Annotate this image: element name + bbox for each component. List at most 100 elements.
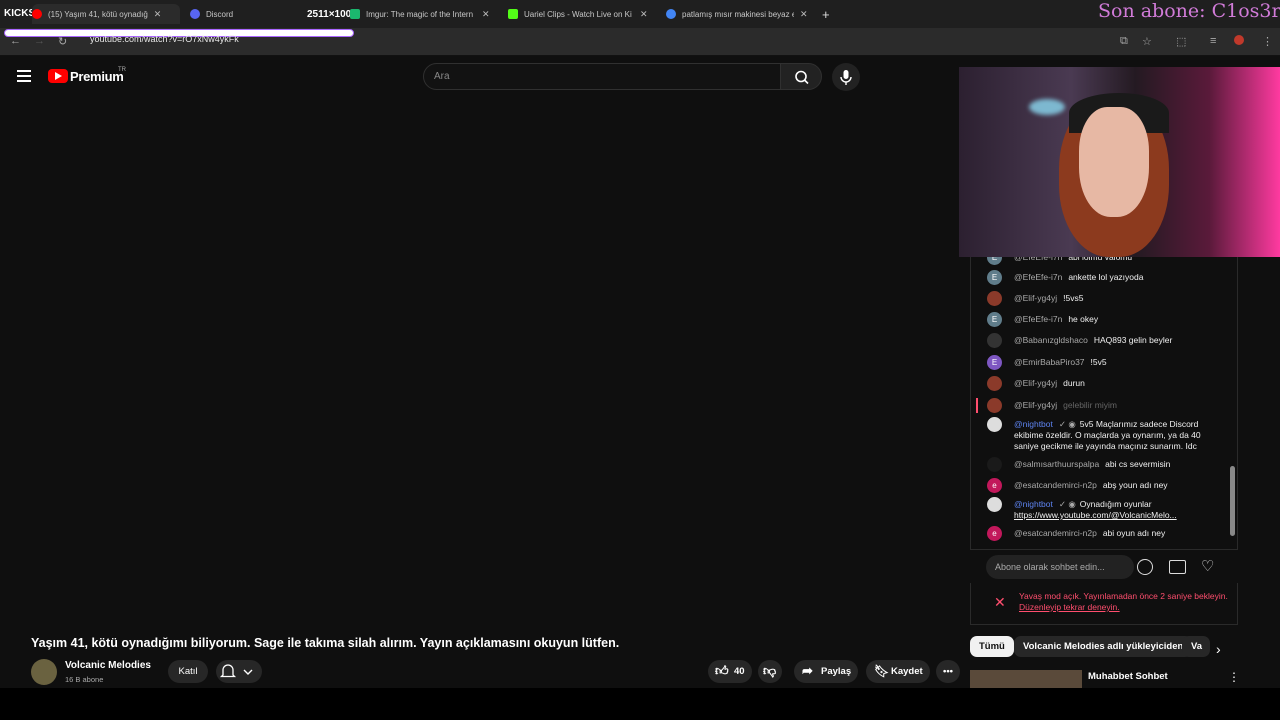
dislike-button[interactable]: 👎︎ — [758, 660, 782, 683]
user-avatar[interactable]: E — [987, 355, 1002, 370]
subscriber-count: 16 B abone — [65, 675, 104, 684]
microphone-icon — [840, 70, 852, 85]
user-avatar[interactable] — [987, 497, 1002, 512]
discord-icon — [190, 9, 200, 19]
user-avatar[interactable] — [987, 333, 1002, 348]
tab-youtube[interactable]: (15) Yaşım 41, kötü oynadığ ✕ — [32, 4, 180, 24]
notification-bell-button[interactable] — [216, 660, 262, 683]
chevron-right-icon[interactable]: › — [1216, 641, 1221, 657]
more-dots-icon: ••• — [943, 666, 953, 677]
tab-google[interactable]: patlamış mısır makinesi beyaz e ✕ — [666, 4, 812, 24]
chat-text: abi oyun adı ney — [1102, 528, 1166, 538]
chat-message-body: @salmısarthuurspalpa abi cs severmisin — [1014, 459, 1214, 470]
kicks-label: KICKS — [4, 8, 36, 19]
menu-dots-icon[interactable]: ⋮ — [1262, 35, 1273, 48]
search-input[interactable]: Ara — [423, 63, 781, 90]
chip-all[interactable]: Tümü — [970, 636, 1014, 657]
close-tab-icon[interactable]: ✕ — [800, 9, 808, 20]
more-actions-button[interactable]: ••• — [936, 660, 960, 683]
chip-from-uploader[interactable]: Volcanic Melodies adlı yükleyiciden — [1014, 636, 1193, 657]
chat-author[interactable]: @nightbot — [1014, 499, 1053, 509]
recommendation-thumbnail[interactable] — [970, 670, 1082, 688]
chat-message-body: @Elif-yg4yj !5vs5 — [1014, 293, 1214, 304]
url-field[interactable]: youtube.com/watch?v=rO7xNw4ykFk — [90, 34, 239, 44]
cast-icon[interactable]: ⧉ — [1120, 35, 1128, 48]
chat-text: ankette lol yazıyoda — [1068, 272, 1144, 282]
chat-author[interactable]: @esatcandemirci-n2p — [1014, 528, 1097, 538]
chat-text: durun — [1063, 378, 1085, 388]
chat-author[interactable]: @Elif-yg4yj — [1014, 400, 1057, 410]
chat-input[interactable]: Abone olarak sohbet edin... — [986, 555, 1134, 579]
bookmark-star-icon[interactable]: ☆ — [1142, 35, 1152, 48]
chat-author[interactable]: @salmısarthuurspalpa — [1014, 459, 1099, 469]
user-avatar[interactable]: E — [987, 270, 1002, 285]
close-tab-icon[interactable]: ✕ — [154, 9, 162, 20]
tab-kick[interactable]: Uariel Clips - Watch Live on Ki ✕ — [508, 4, 653, 24]
tab-title: Imgur: The magic of the Intern — [366, 9, 474, 19]
chat-message-body: @esatcandemirci-n2p abş youn adı ney — [1014, 480, 1214, 491]
media-icon[interactable]: ≡ — [1210, 35, 1216, 47]
like-button[interactable]: 👍︎ 40 — [708, 660, 752, 683]
join-button[interactable]: Katıl — [168, 660, 208, 683]
back-arrow-icon[interactable]: ← — [10, 35, 21, 47]
close-icon[interactable]: ✕ — [994, 594, 1006, 611]
emoji-icon[interactable] — [1137, 559, 1153, 575]
forward-arrow-icon[interactable]: → — [34, 35, 45, 47]
chat-message-body: @nightbot ✓ ◉ Oynadığım oyunlar https://ww… — [1014, 499, 1214, 521]
channel-name[interactable]: Volcanic Melodies — [65, 660, 151, 671]
tab-title: Uariel Clips - Watch Live on Ki — [524, 9, 632, 19]
tab-title: (15) Yaşım 41, kötü oynadığ — [48, 9, 148, 19]
chat-author[interactable]: @EfeEfe-i7n — [1014, 272, 1062, 282]
chat-author[interactable]: @Elif-yg4yj — [1014, 378, 1057, 388]
chat-author[interactable]: @Babanızgldshaco — [1014, 335, 1088, 345]
chat-message-body: @Elif-yg4yj durun — [1014, 378, 1214, 389]
brand-premium[interactable]: Premium — [70, 69, 124, 84]
recommendation-menu-icon[interactable]: ⋮ — [1228, 670, 1240, 684]
reload-icon[interactable]: ↻ — [58, 35, 67, 48]
slow-mode-text: Yavaş mod açık. Yayınlamadan önce 2 sani… — [1019, 591, 1229, 613]
chat-message-body: @Babanızgldshaco HAQ893 gelin beyler — [1014, 335, 1214, 346]
like-count: 40 — [734, 666, 745, 677]
tab-discord[interactable]: Discord — [190, 4, 310, 24]
slow-mode-edit-link[interactable]: Düzenleyip tekrar deneyin. — [1019, 602, 1120, 612]
imgur-icon — [350, 9, 360, 19]
chat-link[interactable]: https://www.youtube.com/@VolcanicMelo... — [1014, 510, 1177, 520]
chat-author[interactable]: @EfeEfe-i7n — [1014, 314, 1062, 324]
user-avatar[interactable]: E — [987, 312, 1002, 327]
share-button[interactable]: ➦ Paylaş — [794, 660, 858, 683]
chat-author[interactable]: @Elif-yg4yj — [1014, 293, 1057, 303]
user-avatar[interactable]: e — [987, 526, 1002, 541]
bookmark-icon: 🔖︎ — [874, 664, 890, 678]
chat-message-body: @Elif-yg4yj gelebilir miyim — [1014, 400, 1214, 411]
chat-scrollbar[interactable] — [1230, 466, 1235, 536]
chip-partial[interactable]: Va — [1182, 636, 1210, 657]
video-title: Yaşım 41, kötü oynadığımı biliyorum. Sag… — [31, 636, 620, 650]
chat-message-body: @EfeEfe-i7n he okey — [1014, 314, 1214, 325]
chat-text: Oynadığım oyunlar — [1079, 499, 1152, 509]
channel-avatar[interactable] — [31, 659, 57, 685]
new-tab-button[interactable]: + — [822, 4, 836, 24]
heart-icon[interactable]: ♡ — [1201, 557, 1214, 575]
chat-author[interactable]: @esatcandemirci-n2p — [1014, 480, 1097, 490]
save-button[interactable]: 🔖︎ Kaydet — [866, 660, 930, 683]
recommendation-title[interactable]: Muhabbet Sohbet — [1088, 671, 1168, 682]
user-avatar[interactable] — [987, 376, 1002, 391]
chat-author[interactable]: @nightbot — [1014, 419, 1053, 429]
user-avatar[interactable] — [987, 398, 1002, 413]
user-avatar[interactable] — [987, 417, 1002, 432]
menu-hamburger-icon[interactable] — [17, 70, 31, 82]
close-tab-icon[interactable]: ✕ — [640, 9, 648, 20]
search-button[interactable] — [780, 63, 822, 90]
streamer-face — [1079, 107, 1149, 217]
youtube-logo-icon[interactable] — [48, 69, 68, 83]
super-chat-icon[interactable] — [1169, 560, 1186, 574]
user-avatar[interactable] — [987, 457, 1002, 472]
tab-imgur[interactable]: Imgur: The magic of the Intern ✕ — [350, 4, 496, 24]
user-avatar[interactable]: e — [987, 478, 1002, 493]
chat-author[interactable]: @EmirBabaPiro37 — [1014, 357, 1085, 367]
profile-avatar[interactable] — [1234, 35, 1244, 45]
extensions-icon[interactable]: ⬚ — [1176, 35, 1186, 48]
user-avatar[interactable] — [987, 291, 1002, 306]
close-tab-icon[interactable]: ✕ — [482, 9, 490, 20]
voice-search-button[interactable] — [832, 63, 860, 91]
